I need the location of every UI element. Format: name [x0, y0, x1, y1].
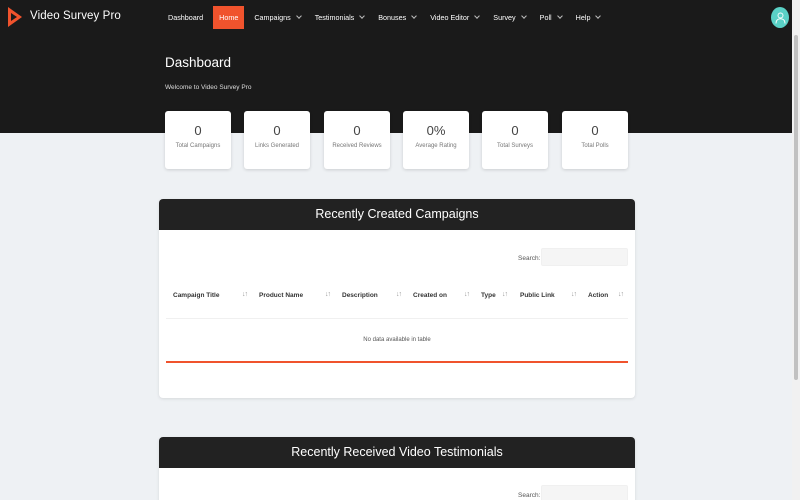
panel-title: Recently Created Campaigns	[159, 199, 635, 230]
nav-item-bonuses[interactable]: Bonuses	[374, 6, 420, 29]
column-header-public-link[interactable]: Public Link	[520, 292, 555, 299]
nav-item-label: Dashboard	[168, 13, 204, 22]
sort-icon[interactable]: ↓↑	[618, 291, 624, 298]
sort-icon[interactable]: ↓↑	[242, 291, 248, 298]
empty-table-message: No data available in table	[363, 337, 431, 343]
chevron-down-icon	[474, 13, 481, 19]
stat-value: 0%	[426, 123, 446, 138]
nav-item-survey[interactable]: Survey	[489, 6, 529, 29]
user-avatar[interactable]	[771, 7, 789, 28]
panel-title: Recently Received Video Testimonials	[159, 437, 635, 468]
recent-campaigns-panel: Recently Created Campaigns	[159, 199, 635, 398]
column-header-type[interactable]: Type	[481, 292, 496, 299]
column-header-description[interactable]: Description	[342, 292, 378, 299]
nav-item-label: Help	[575, 13, 591, 22]
chevron-down-icon	[295, 13, 302, 19]
nav-item-video-editor[interactable]: Video Editor	[426, 6, 483, 29]
stat-label: Total Campaigns	[175, 143, 221, 149]
table-bottom-border	[166, 361, 628, 363]
nav-item-label: Bonuses	[378, 13, 407, 22]
user-icon	[775, 12, 785, 24]
stat-card-total-polls: 0 Total Polls	[562, 111, 628, 169]
search-label: Search:	[518, 255, 541, 262]
sort-icon[interactable]: ↓↑	[325, 291, 331, 298]
column-header-created-on[interactable]: Created on	[413, 292, 447, 299]
nav-item-label: Campaigns	[254, 13, 291, 22]
nav-item-label: Poll	[539, 13, 552, 22]
nav-item-testimonials[interactable]: Testimonials	[311, 6, 369, 29]
column-header-campaign-title[interactable]: Campaign Title	[173, 292, 219, 299]
table-divider	[166, 318, 628, 319]
stat-label: Total Polls	[581, 143, 609, 149]
nav-item-label: Survey	[493, 13, 516, 22]
nav-item-campaigns[interactable]: Campaigns	[250, 6, 304, 29]
stat-label: Received Reviews	[332, 143, 382, 149]
sort-icon[interactable]: ↓↑	[502, 291, 508, 298]
scrollbar-thumb[interactable]	[794, 35, 798, 380]
nav-item-help[interactable]: Help	[572, 6, 605, 29]
column-header-product-name[interactable]: Product Name	[259, 292, 303, 299]
stat-label: Average Rating	[415, 143, 457, 149]
stat-value: 0	[273, 123, 281, 138]
chevron-down-icon	[595, 13, 602, 19]
stat-value: 0	[353, 123, 361, 138]
nav-item-label: Home	[219, 13, 239, 22]
chevron-down-icon	[359, 13, 366, 19]
hero-banner	[0, 35, 800, 133]
stat-card-total-surveys: 0 Total Surveys	[482, 111, 548, 169]
column-header-action[interactable]: Action	[588, 292, 608, 299]
stat-card-average-rating: 0% Average Rating	[403, 111, 469, 169]
logo-icon[interactable]	[8, 7, 22, 27]
stat-value: 0	[194, 123, 202, 138]
stat-label: Links Generated	[254, 143, 300, 149]
nav-item-dashboard[interactable]: Dashboard	[164, 6, 207, 29]
nav-item-label: Testimonials	[314, 13, 355, 22]
welcome-text: Welcome to Video Survey Pro	[165, 84, 252, 91]
chevron-down-icon	[520, 13, 527, 19]
stat-card-total-campaigns: 0 Total Campaigns	[165, 111, 231, 169]
chevron-down-icon	[411, 13, 418, 19]
campaigns-search-input[interactable]	[541, 248, 628, 266]
stat-value: 0	[591, 123, 599, 138]
brand-name[interactable]: Video Survey Pro	[30, 10, 121, 22]
stat-card-links-generated: 0 Links Generated	[244, 111, 310, 169]
stat-label: Total Surveys	[496, 143, 533, 149]
stat-card-received-reviews: 0 Received Reviews	[324, 111, 390, 169]
page-title: Dashboard	[165, 55, 232, 70]
nav-item-home[interactable]: Home	[213, 6, 245, 29]
main-nav: Dashboard Home Campaigns Testimonials Bonuse…	[164, 6, 610, 29]
chevron-down-icon	[556, 13, 563, 19]
search-label: Search:	[518, 492, 541, 499]
sort-icon[interactable]: ↓↑	[396, 291, 402, 298]
testimonials-search-input[interactable]	[541, 485, 628, 500]
nav-item-label: Video Editor	[430, 13, 470, 22]
sort-icon[interactable]: ↓↑	[571, 291, 577, 298]
stat-value: 0	[511, 123, 519, 138]
nav-item-poll[interactable]: Poll	[536, 6, 566, 29]
sort-icon[interactable]: ↓↑	[464, 291, 470, 298]
